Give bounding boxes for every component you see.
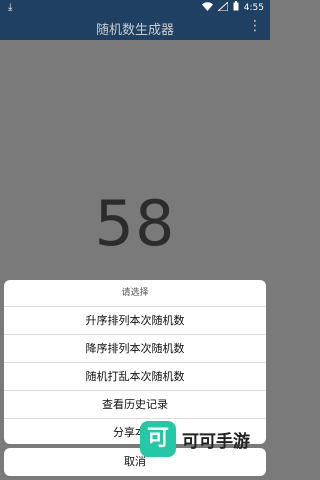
option-history[interactable]: 查看历史记录: [4, 391, 266, 419]
option-sort-ascending[interactable]: 升序排列本次随机数: [4, 307, 266, 335]
app-bar: 随机数生成器 ⋮: [0, 14, 270, 40]
watermark-text: 可可手游: [182, 431, 250, 452]
status-icons: 4:55: [201, 0, 264, 14]
status-bar: ⤓ 4:55: [0, 0, 270, 14]
watermark: 可 可可手游: [140, 418, 250, 460]
signal-icon: [216, 0, 229, 14]
watermark-logo: 可: [140, 421, 176, 457]
app-title: 随机数生成器: [95, 23, 174, 38]
random-number-display: 58: [94, 187, 176, 260]
wifi-icon: [201, 1, 213, 14]
option-shuffle[interactable]: 随机打乱本次随机数: [4, 363, 266, 391]
more-vert-icon[interactable]: ⋮: [248, 18, 262, 34]
battery-icon: [233, 1, 239, 14]
clock: 4:55: [243, 2, 264, 13]
download-icon: ⤓: [8, 2, 13, 13]
option-sort-descending[interactable]: 降序排列本次随机数: [4, 335, 266, 363]
sheet-title: 请选择: [4, 280, 266, 307]
